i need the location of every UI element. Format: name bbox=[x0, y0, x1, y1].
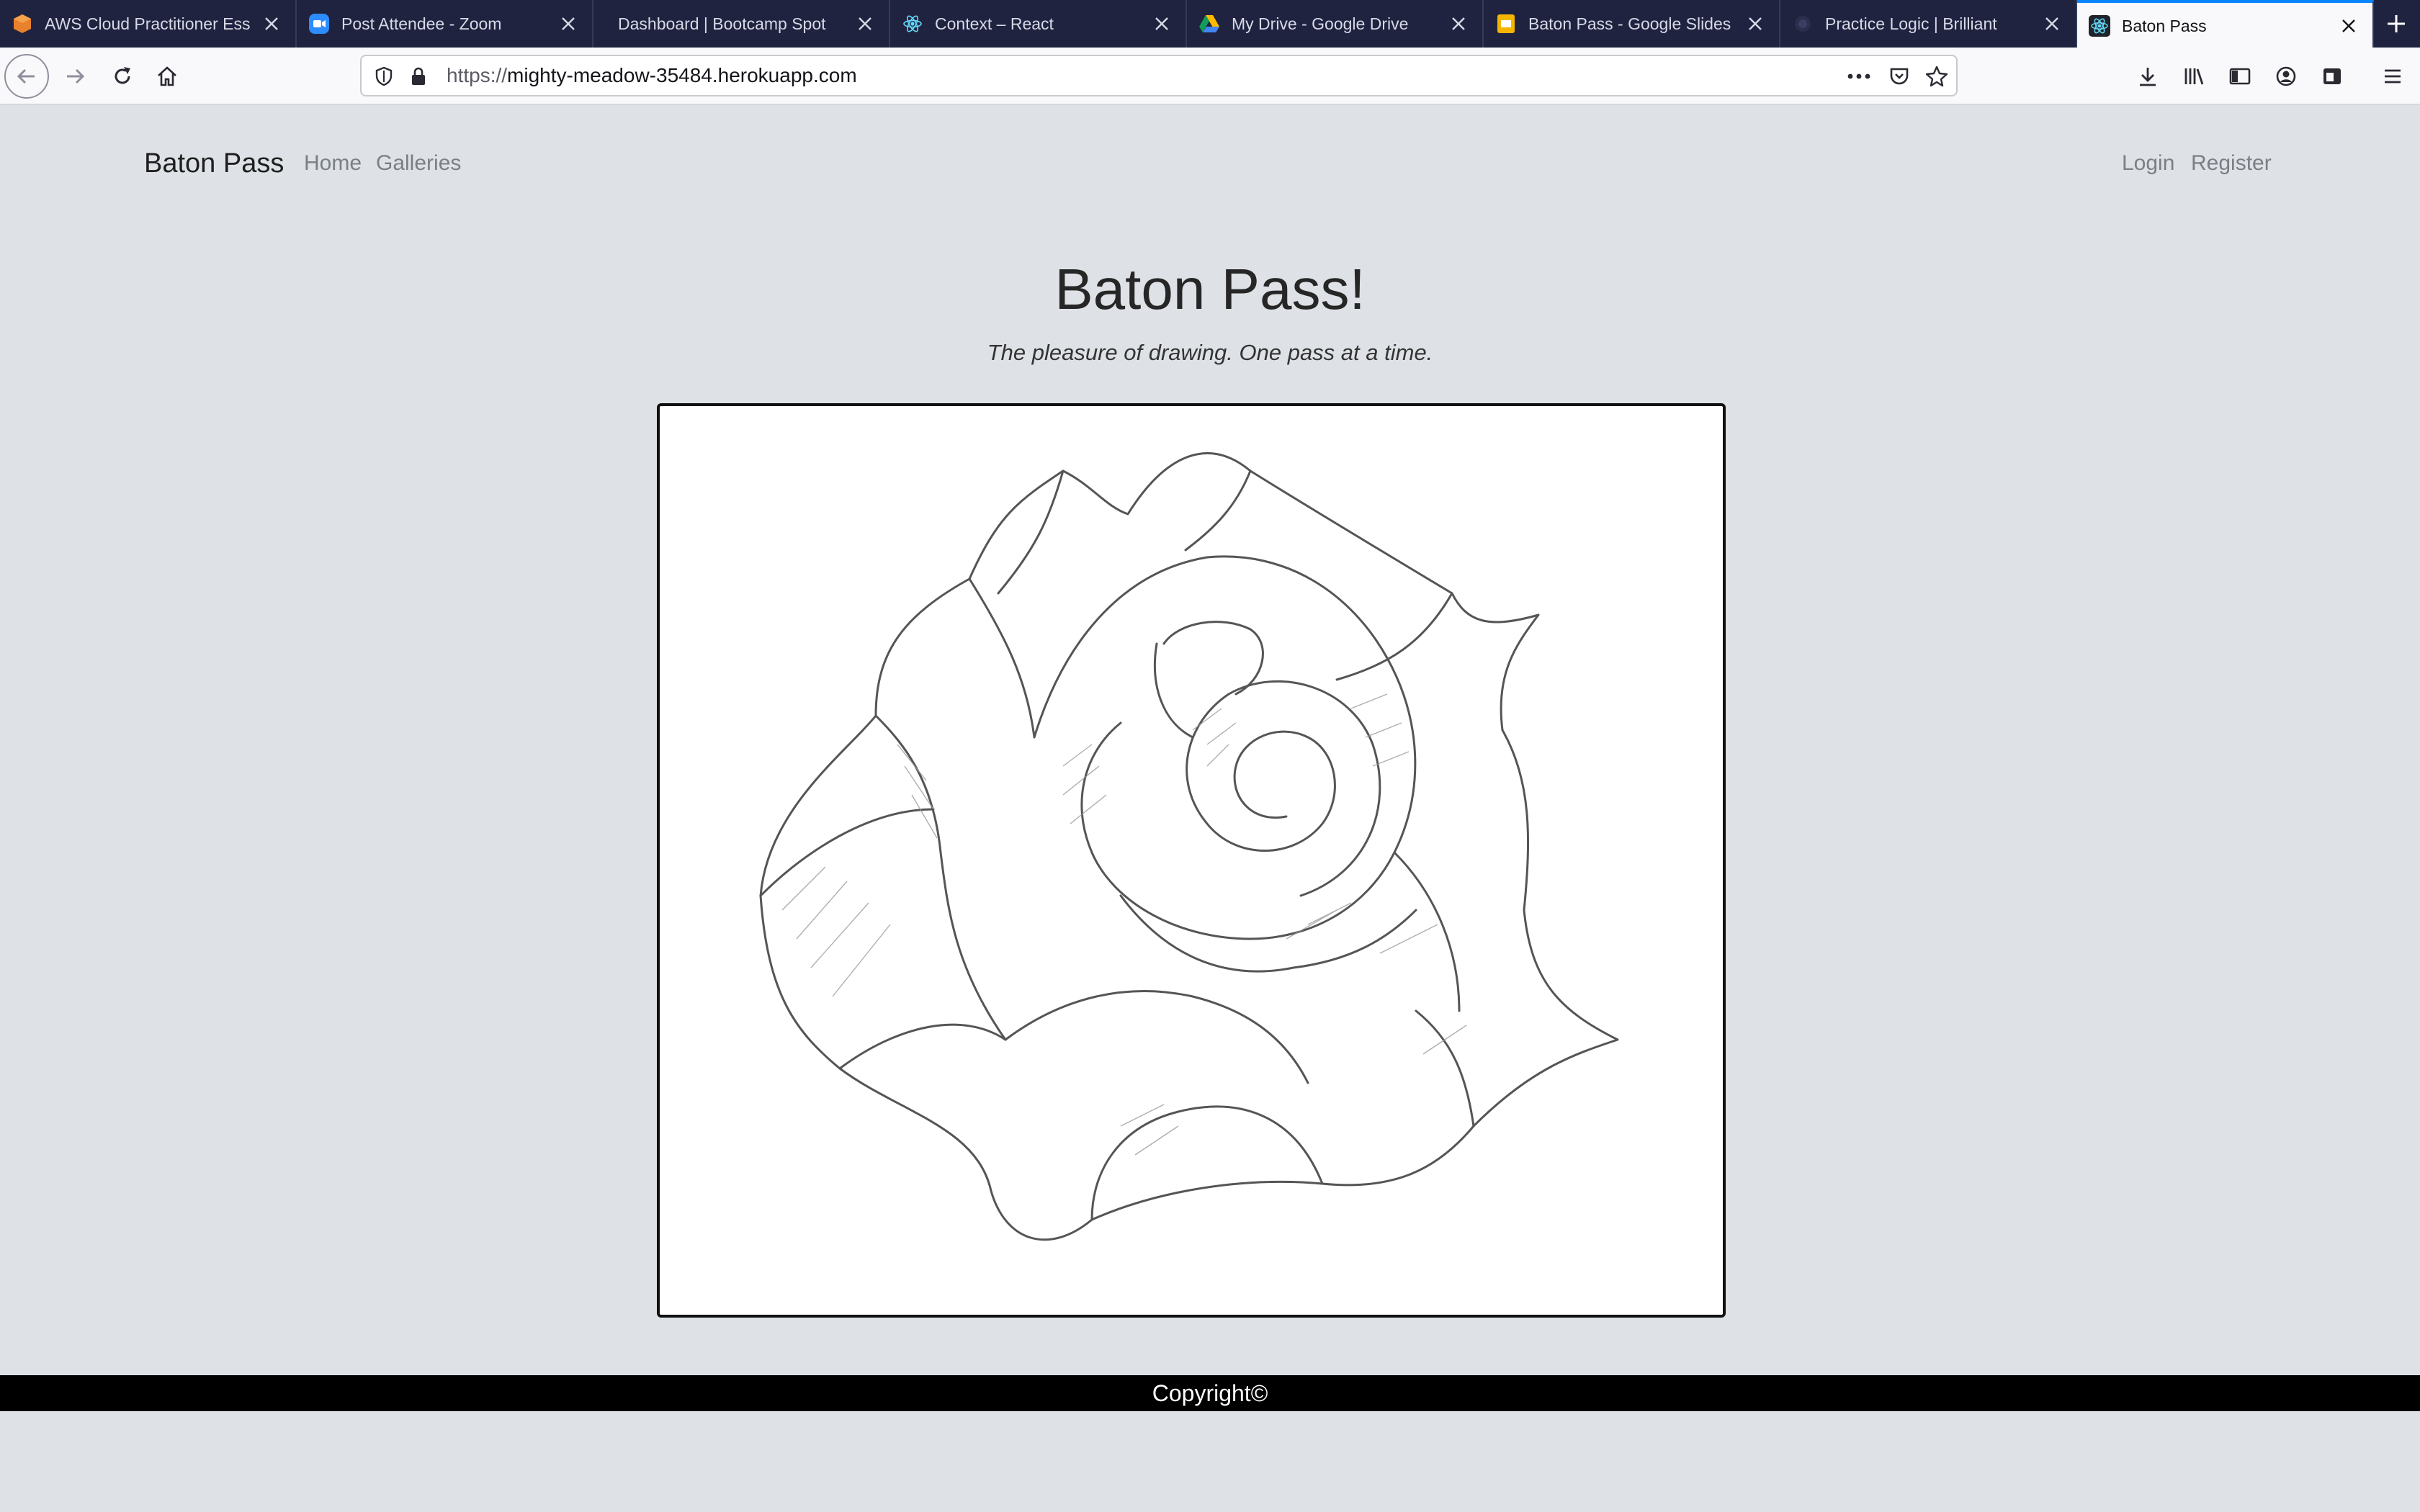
nav-link-galleries[interactable]: Galleries bbox=[376, 151, 461, 176]
drawing-canvas[interactable] bbox=[657, 403, 1726, 1318]
rose-sketch-image bbox=[759, 452, 1619, 1241]
browser-toolbar: https://mighty-meadow-35484.herokuapp.co… bbox=[0, 48, 2420, 105]
close-icon[interactable] bbox=[261, 13, 282, 35]
pocket-icon[interactable] bbox=[1886, 63, 1913, 90]
shield-icon[interactable] bbox=[370, 63, 398, 90]
url-bar[interactable]: https://mighty-meadow-35484.herokuapp.co… bbox=[360, 55, 1958, 96]
download-icon bbox=[2140, 68, 2156, 86]
sidebar-button[interactable] bbox=[2220, 56, 2260, 96]
back-arrow-icon bbox=[17, 68, 35, 84]
tab-title: Post Attendee - Zoom bbox=[341, 14, 502, 33]
site-brand[interactable]: Baton Pass bbox=[144, 148, 284, 179]
library-icon bbox=[2184, 68, 2204, 85]
home-button[interactable] bbox=[147, 56, 187, 96]
browser-tab[interactable]: My Drive - Google Drive bbox=[1187, 0, 1484, 48]
aws-cube-icon bbox=[12, 13, 33, 35]
nav-link-login[interactable]: Login bbox=[2122, 151, 2174, 176]
account-icon bbox=[2276, 66, 2296, 86]
react-icon bbox=[2089, 15, 2110, 37]
page-content: Baton Pass Home Galleries Login Register… bbox=[0, 105, 2420, 1512]
browser-tab[interactable]: Dashboard | Bootcamp Spot bbox=[593, 0, 890, 48]
google-slides-icon bbox=[1495, 13, 1517, 35]
tab-title: Dashboard | Bootcamp Spot bbox=[618, 14, 826, 33]
home-icon bbox=[158, 66, 176, 86]
close-icon[interactable] bbox=[2338, 15, 2360, 37]
menu-button[interactable] bbox=[2372, 56, 2413, 96]
site-footer: Copyright© bbox=[0, 1375, 2420, 1411]
plus-icon bbox=[2388, 15, 2405, 32]
library-button[interactable] bbox=[2174, 56, 2214, 96]
lock-icon[interactable] bbox=[405, 63, 432, 90]
page-title: Baton Pass! bbox=[1054, 257, 1366, 321]
browser-tab[interactable]: Post Attendee - Zoom bbox=[297, 0, 593, 48]
reload-icon bbox=[115, 67, 130, 84]
zoom-icon bbox=[308, 13, 330, 35]
downloads-button[interactable] bbox=[2128, 56, 2168, 96]
sidebar-icon bbox=[2229, 68, 2251, 85]
extension-button[interactable] bbox=[2312, 56, 2352, 96]
page-tagline: The pleasure of drawing. One pass at a t… bbox=[987, 340, 1433, 365]
bookmark-star-icon[interactable] bbox=[1923, 63, 1950, 90]
forward-button[interactable] bbox=[55, 56, 95, 96]
extension-icon bbox=[2323, 68, 2341, 84]
react-icon bbox=[902, 13, 923, 35]
close-icon[interactable] bbox=[1151, 13, 1173, 35]
tab-title: Baton Pass - Google Slides bbox=[1528, 14, 1731, 33]
account-button[interactable] bbox=[2266, 56, 2306, 96]
browser-tab[interactable]: Context – React bbox=[890, 0, 1187, 48]
close-icon[interactable] bbox=[2041, 13, 2063, 35]
url-text[interactable]: https://mighty-meadow-35484.herokuapp.co… bbox=[447, 56, 857, 95]
browser-tab[interactable]: Practice Logic | Brilliant bbox=[1780, 0, 2077, 48]
browser-tab[interactable]: Baton Pass - Google Slides bbox=[1484, 0, 1780, 48]
brilliant-icon bbox=[1792, 13, 1814, 35]
google-drive-icon bbox=[1198, 13, 1220, 35]
back-button[interactable] bbox=[4, 54, 49, 99]
url-scheme: https:// bbox=[447, 64, 508, 86]
tab-title: Baton Pass bbox=[2122, 16, 2207, 35]
close-icon[interactable] bbox=[854, 13, 876, 35]
tab-title: Practice Logic | Brilliant bbox=[1825, 14, 1997, 33]
more-actions-icon[interactable] bbox=[1845, 63, 1873, 90]
close-icon[interactable] bbox=[1448, 13, 1469, 35]
hamburger-menu-icon bbox=[2385, 69, 2401, 84]
browser-tab-strip: AWS Cloud Practitioner Ess Post Attendee… bbox=[0, 0, 2420, 49]
tab-title: AWS Cloud Practitioner Ess bbox=[45, 14, 251, 33]
forward-arrow-icon bbox=[67, 68, 85, 84]
browser-tab-active[interactable]: Baton Pass bbox=[2077, 0, 2374, 49]
tab-title: My Drive - Google Drive bbox=[1232, 14, 1409, 33]
tab-title: Context – React bbox=[935, 14, 1054, 33]
close-icon[interactable] bbox=[557, 13, 579, 35]
nav-link-home[interactable]: Home bbox=[304, 151, 362, 176]
new-tab-button[interactable] bbox=[2372, 0, 2420, 48]
url-host: mighty-meadow-35484.herokuapp.com bbox=[507, 64, 857, 86]
nav-link-register[interactable]: Register bbox=[2191, 151, 2272, 176]
browser-tab[interactable]: AWS Cloud Practitioner Ess bbox=[0, 0, 297, 48]
close-icon[interactable] bbox=[1744, 13, 1766, 35]
reload-button[interactable] bbox=[102, 56, 143, 96]
